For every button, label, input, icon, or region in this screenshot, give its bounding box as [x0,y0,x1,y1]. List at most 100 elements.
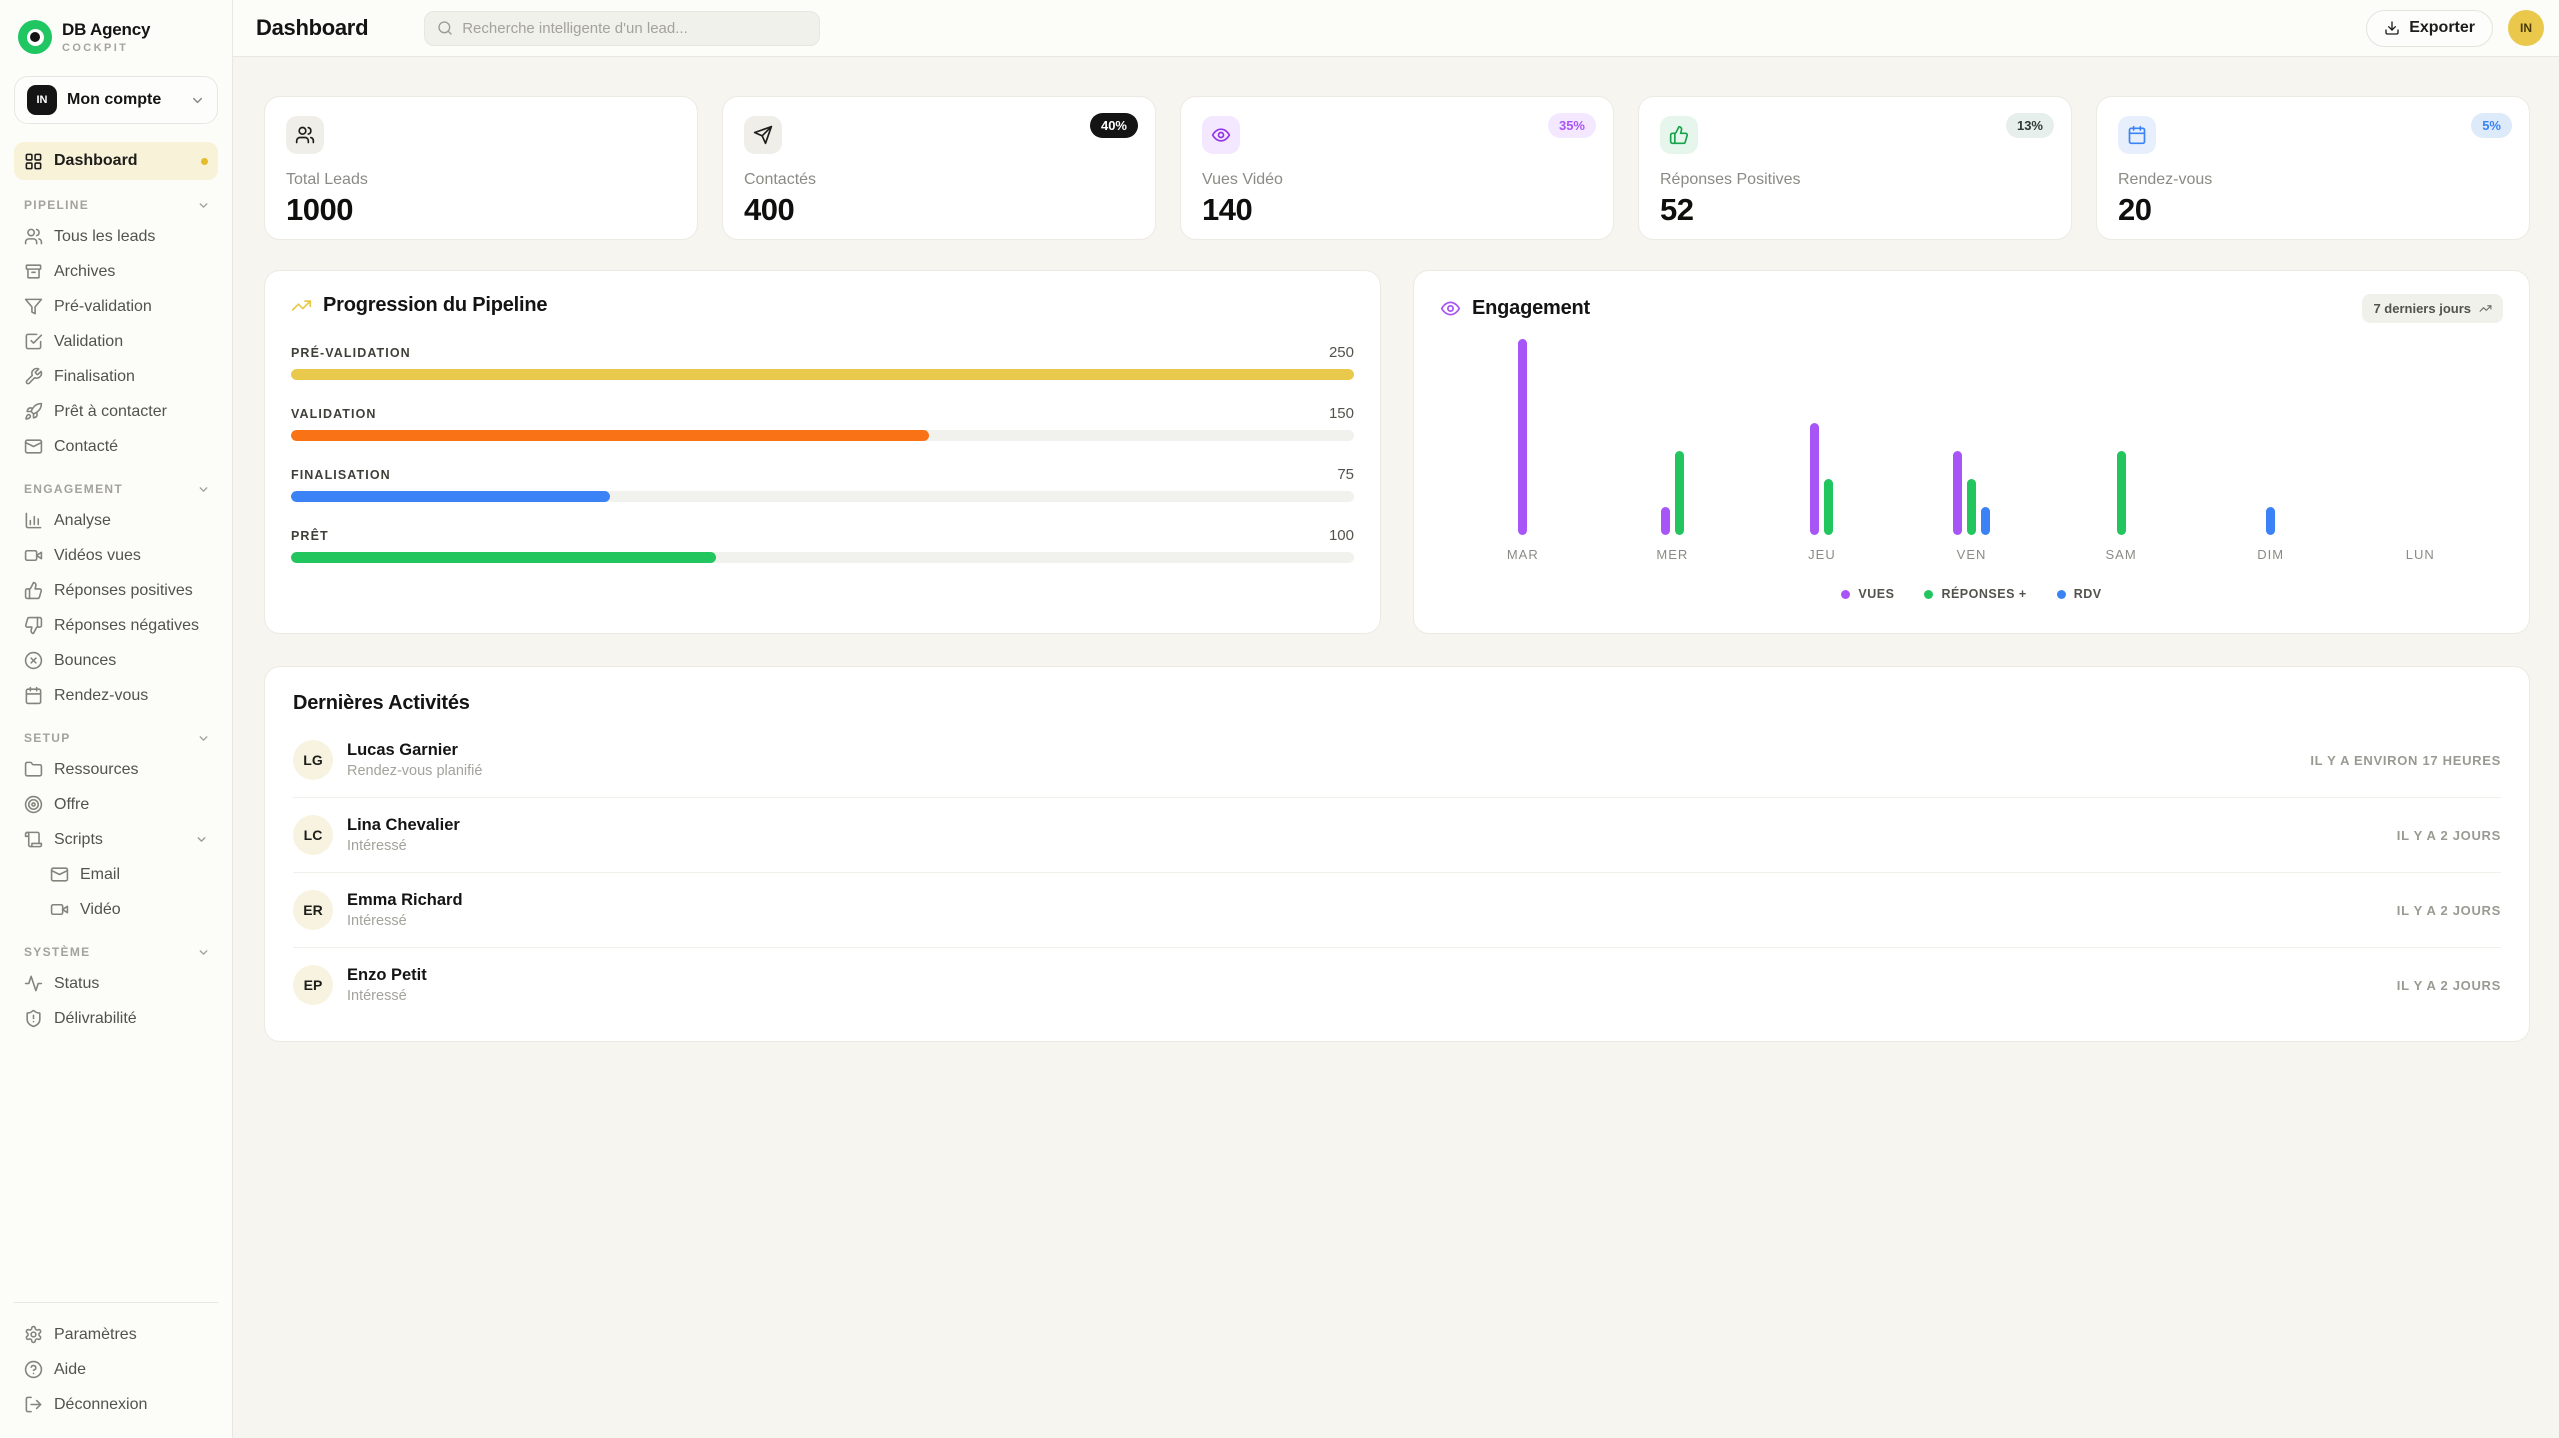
period-selector[interactable]: 7 derniers jours [2362,294,2503,323]
sidebar-item-reponses-negatives[interactable]: Réponses négatives [14,608,218,643]
sidebar-item-label: Aide [54,1361,86,1379]
pipeline-row-header: FINALISATION75 [291,466,1354,483]
pipeline-bar-track [291,369,1354,380]
sidebar-item-email[interactable]: Email [14,857,218,892]
sidebar-item-status[interactable]: Status [14,966,218,1001]
chevron-down-icon [197,946,210,959]
sidebar-item-ressources[interactable]: Ressources [14,752,218,787]
sidebar-item-scripts[interactable]: Scripts [14,822,218,857]
account-switcher[interactable]: IN Mon compte [14,76,218,124]
top-bar-actions: Exporter IN [2366,10,2544,47]
export-button[interactable]: Exporter [2366,10,2493,47]
sidebar-item-label: Délivrabilité [54,1010,137,1028]
pipeline-bar-fill [291,491,610,502]
activity-row[interactable]: LCLina ChevalierIntéresséIL Y A 2 JOURS [293,798,2501,873]
sidebar-item-contacte[interactable]: Contacté [14,429,218,464]
sidebar-item-delivrabilite[interactable]: Délivrabilité [14,1001,218,1036]
sidebar-item-dashboard[interactable]: Dashboard [14,142,218,180]
user-avatar[interactable]: IN [2508,10,2544,46]
legend-dot [2057,590,2066,599]
pipeline-panel: Progression du Pipeline PRÉ-VALIDATION25… [264,270,1381,634]
sidebar-item-offre[interactable]: Offre [14,787,218,822]
legend-dot [1841,590,1850,599]
sidebar-item-archives[interactable]: Archives [14,254,218,289]
activity-avatar: ER [293,890,333,930]
thumbs-up-icon [24,581,43,600]
chart-bar [1661,507,1670,535]
sidebar-item-label: Rendez-vous [54,687,148,705]
engagement-panel: Engagement 7 derniers jours MARMERJEUVEN… [1413,270,2530,634]
pipeline-stage-label: FINALISATION [291,468,391,482]
activity-info: Lucas GarnierRendez-vous planifié [347,741,482,779]
stat-label: Réponses Positives [1660,171,2050,189]
activity-status: Intéressé [347,988,427,1004]
sidebar-footer: Paramètres Aide Déconnexion [14,1302,218,1438]
chart-day-group-mer [1598,339,1748,535]
sidebar-section-pipeline[interactable]: PIPELINE [24,198,210,212]
pipeline-stage-label: VALIDATION [291,407,377,421]
pipeline-bar-fill [291,552,716,563]
sidebar-section-engagement[interactable]: ENGAGEMENT [24,482,210,496]
pipeline-stage-label: PRÉ-VALIDATION [291,346,411,360]
search-input[interactable] [462,20,807,37]
pipeline-row-pre-validation: PRÉ-VALIDATION250 [291,344,1354,380]
sidebar-item-pret-a-contacter[interactable]: Prêt à contacter [14,394,218,429]
pipeline-bar-track [291,491,1354,502]
engagement-chart-labels: MARMERJEUVENSAMDIMLUN [1440,547,2503,562]
chart-day-label: VEN [1897,547,2047,562]
sidebar-item-finalisation[interactable]: Finalisation [14,359,218,394]
activity-row[interactable]: EREmma RichardIntéresséIL Y A 2 JOURS [293,873,2501,948]
stat-card-rendez-vous[interactable]: 5%Rendez-vous20 [2096,96,2530,240]
activities-title: Dernières Activités [293,692,470,714]
pipeline-bar-track [291,552,1354,563]
activity-timestamp: IL Y A 2 JOURS [2397,903,2501,918]
help-circle-icon [24,1360,43,1379]
scroll-icon [24,830,43,849]
archive-icon [24,262,43,281]
wrench-icon [24,367,43,386]
pipeline-bars: PRÉ-VALIDATION250 VALIDATION 150 FINALISATI… [291,344,1354,563]
activity-avatar: LC [293,815,333,855]
activity-row[interactable]: EPEnzo PetitIntéresséIL Y A 2 JOURS [293,948,2501,1022]
sidebar-item-parametres[interactable]: Paramètres [14,1317,218,1352]
account-label: Mon compte [67,91,161,109]
sidebar-item-tous-les-leads[interactable]: Tous les leads [14,219,218,254]
sidebar-item-label: Email [80,866,120,884]
pipeline-row-finalisation: FINALISATION75 [291,466,1354,502]
sidebar-section-systeme[interactable]: SYSTÈME [24,945,210,959]
sidebar-section-setup[interactable]: SETUP [24,731,210,745]
stat-card-reponses-positives[interactable]: 13%Réponses Positives52 [1638,96,2072,240]
stat-card-vues-video[interactable]: 35%Vues Vidéo140 [1180,96,1614,240]
sidebar-item-validation[interactable]: Validation [14,324,218,359]
sidebar-item-analyse[interactable]: Analyse [14,503,218,538]
activity-status: Intéressé [347,838,460,854]
video-icon [24,546,43,565]
sidebar-item-pre-validation[interactable]: Pré-validation [14,289,218,324]
stat-value: 140 [1202,192,1592,228]
sidebar-item-deconnexion[interactable]: Déconnexion [14,1387,218,1422]
download-icon [2384,20,2400,36]
sidebar-item-label: Analyse [54,512,111,530]
legend-item-vues: VUES [1841,587,1894,601]
chevron-down-icon [190,93,205,108]
sidebar-item-label: Déconnexion [54,1396,147,1414]
sidebar-item-reponses-positives[interactable]: Réponses positives [14,573,218,608]
chevron-down-icon [197,199,210,212]
sidebar-item-label: Archives [54,263,115,281]
stat-card-contactes[interactable]: 40%Contactés400 [722,96,1156,240]
calendar-icon [2127,125,2147,145]
chart-bar [1981,507,1990,535]
sidebar-item-label: Bounces [54,652,116,670]
stat-card-total-leads[interactable]: Total Leads1000 [264,96,698,240]
sidebar-item-rendez-vous[interactable]: Rendez-vous [14,678,218,713]
chevron-down-icon [197,732,210,745]
activity-row[interactable]: LGLucas GarnierRendez-vous planifiéIL Y … [293,723,2501,798]
eye-icon [1211,125,1231,145]
sidebar-item-aide[interactable]: Aide [14,1352,218,1387]
sidebar-item-bounces[interactable]: Bounces [14,643,218,678]
search-box[interactable] [424,11,820,46]
sidebar-item-video[interactable]: Vidéo [14,892,218,927]
chart-day-group-lun [2345,339,2495,535]
pipeline-stage-value: 150 [1329,405,1354,422]
sidebar-item-videos-vues[interactable]: Vidéos vues [14,538,218,573]
